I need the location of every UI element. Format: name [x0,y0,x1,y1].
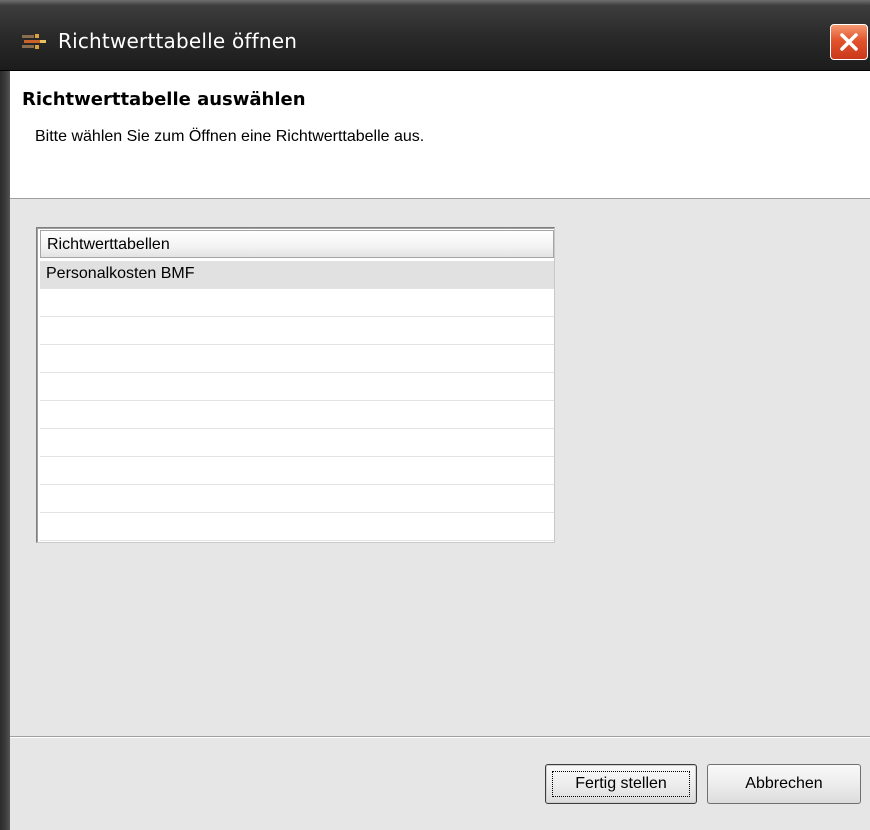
table-row[interactable] [40,373,554,401]
table-row[interactable] [40,401,554,429]
footer-separator [10,736,870,738]
table-row[interactable]: Personalkosten BMF [40,261,554,289]
finish-button-label: Fertig stellen [575,775,667,792]
table-row[interactable] [40,317,554,345]
table-row[interactable] [40,345,554,373]
window-title: Richtwerttabelle öffnen [58,29,298,53]
table-cell: Personalkosten BMF [46,265,195,282]
finish-button[interactable]: Fertig stellen [545,764,697,804]
wizard-header: Richtwerttabelle auswählen Bitte wählen … [10,71,870,199]
dialog-window: Richtwerttabelle öffnen Richtwerttabelle… [0,0,870,830]
page-title: Richtwerttabelle auswählen [22,89,306,110]
cancel-button[interactable]: Abbrechen [707,764,861,804]
window-frame-left [0,71,10,830]
close-icon [840,33,858,51]
table-row[interactable] [40,513,554,541]
page-description: Bitte wählen Sie zum Öffnen eine Richtwe… [35,128,425,145]
column-header-richtwerttabellen[interactable]: Richtwerttabellen [40,230,554,258]
table-row[interactable] [40,429,554,457]
table-row[interactable] [40,289,554,317]
close-button[interactable] [830,24,868,60]
title-bar[interactable]: Richtwerttabelle öffnen [0,0,870,71]
richtwert-table[interactable]: Richtwerttabellen Personalkosten BMF [36,227,555,543]
cancel-button-label: Abbrechen [745,775,823,792]
column-header-label: Richtwerttabellen [47,236,170,253]
app-icon [22,32,48,52]
table-row[interactable] [40,457,554,485]
table-rows: Personalkosten BMF [40,261,554,541]
table-row[interactable] [40,485,554,513]
